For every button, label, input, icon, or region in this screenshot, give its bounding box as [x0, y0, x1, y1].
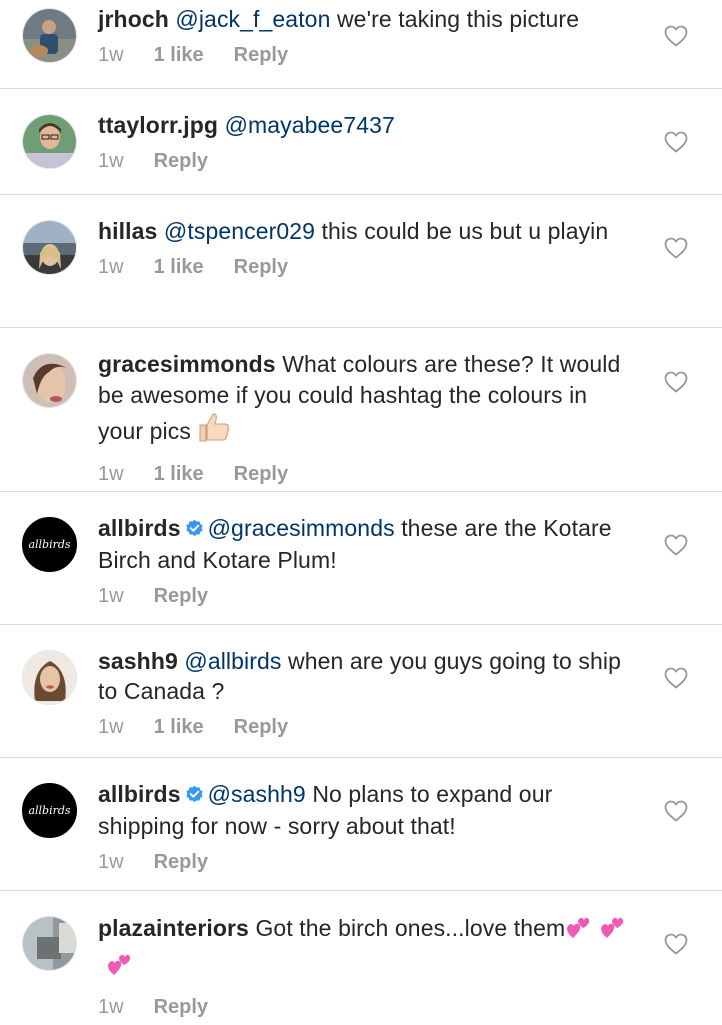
hearts-icon	[599, 912, 625, 949]
heart-icon[interactable]	[664, 534, 688, 556]
comment-mention[interactable]: @allbirds	[184, 648, 281, 674]
heart-icon[interactable]	[664, 800, 688, 822]
hearts-icon	[106, 949, 132, 986]
comment-timestamp: 1w	[98, 256, 124, 278]
comment-item: gracesimmonds What colours are these? It…	[0, 328, 722, 492]
comment-timestamp: 1w	[98, 150, 124, 172]
comment-likes-count[interactable]: 1 like	[154, 256, 204, 278]
heart-icon[interactable]	[664, 131, 688, 153]
comment-username[interactable]: hillas	[98, 218, 157, 244]
comment-text: Got the birch ones...love them	[248, 915, 566, 941]
comment-username[interactable]: allbirds	[98, 515, 181, 541]
reply-button[interactable]: Reply	[154, 996, 208, 1018]
reply-button[interactable]: Reply	[234, 463, 288, 485]
comment-username[interactable]: gracesimmonds	[98, 351, 276, 377]
comment-item: allbirds allbirds @sashh9 No plans to exp…	[0, 758, 722, 891]
reply-button[interactable]: Reply	[154, 150, 208, 172]
comment-likes-count[interactable]: 1 like	[154, 44, 204, 66]
comment-item: hillas @tspencer029 this could be us but…	[0, 195, 722, 328]
brand-logo-avatar[interactable]: allbirds	[22, 517, 77, 572]
comment-likes-count[interactable]: 1 like	[154, 716, 204, 738]
avatar[interactable]	[22, 650, 77, 705]
comment-timestamp: 1w	[98, 716, 124, 738]
heart-icon[interactable]	[664, 667, 688, 689]
comment-mention[interactable]: @mayabee7437	[225, 112, 395, 138]
comments-list: jrhoch @jack_f_eaton we're taking this p…	[0, 0, 722, 1025]
comment-mention[interactable]: @gracesimmonds	[208, 515, 395, 541]
comment-likes-count[interactable]: 1 like	[154, 463, 204, 485]
avatar[interactable]	[22, 220, 77, 275]
comment-timestamp: 1w	[98, 851, 124, 873]
comment-username[interactable]: allbirds	[98, 781, 181, 807]
avatar[interactable]	[22, 114, 77, 169]
brand-logo: allbirds	[28, 804, 71, 817]
avatar[interactable]	[22, 353, 77, 408]
comment-mention[interactable]: @jack_f_eaton	[175, 6, 330, 32]
heart-icon[interactable]	[664, 25, 688, 47]
reply-button[interactable]: Reply	[234, 256, 288, 278]
comment-timestamp: 1w	[98, 585, 124, 607]
comment-mention[interactable]: @sashh9	[208, 781, 306, 807]
comment-mention[interactable]: @tspencer029	[164, 218, 315, 244]
reply-button[interactable]: Reply	[154, 851, 208, 873]
comment-text: this could be us but u playin	[315, 218, 609, 244]
comment-item: allbirds allbirds @gracesimmonds these ar…	[0, 492, 722, 625]
reply-button[interactable]: Reply	[234, 716, 288, 738]
comment-item: plazainteriors Got the birch ones...love…	[0, 891, 722, 1025]
hearts-icon	[565, 912, 591, 949]
avatar[interactable]	[22, 8, 77, 63]
verified-badge-icon	[185, 781, 204, 811]
heart-icon[interactable]	[664, 933, 688, 955]
comment-timestamp: 1w	[98, 463, 124, 485]
brand-logo: allbirds	[28, 538, 71, 551]
comment-text: we're taking this picture	[330, 6, 580, 32]
heart-icon[interactable]	[664, 237, 688, 259]
comment-username[interactable]: jrhoch	[98, 6, 169, 32]
comment-username[interactable]: plazainteriors	[98, 915, 249, 941]
comment-item: jrhoch @jack_f_eaton we're taking this p…	[0, 0, 722, 89]
verified-badge-icon	[185, 515, 204, 545]
comment-item: ttaylorr.jpg @mayabee7437 1w Reply	[0, 89, 722, 195]
reply-button[interactable]: Reply	[234, 44, 288, 66]
comment-username[interactable]: sashh9	[98, 648, 178, 674]
comment-timestamp: 1w	[98, 996, 124, 1018]
avatar[interactable]	[22, 916, 77, 971]
heart-icon[interactable]	[664, 371, 688, 393]
comment-item: sashh9 @allbirds when are you guys going…	[0, 625, 722, 758]
comment-username[interactable]: ttaylorr.jpg	[98, 112, 218, 138]
reply-button[interactable]: Reply	[154, 585, 208, 607]
thumbs-up-icon	[197, 411, 231, 451]
brand-logo-avatar[interactable]: allbirds	[22, 783, 77, 838]
comment-timestamp: 1w	[98, 44, 124, 66]
